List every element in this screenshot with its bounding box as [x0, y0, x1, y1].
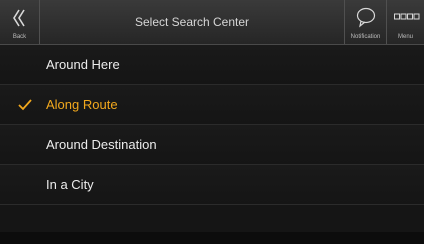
notification-button[interactable]: Notification: [344, 0, 386, 44]
screen: Back Select Search Center Notification M…: [0, 0, 424, 244]
list-item-in-a-city[interactable]: In a City: [0, 165, 424, 205]
list-item-label: Around Destination: [46, 137, 157, 152]
search-center-list: Around Here Along Route Around Destinati…: [0, 45, 424, 205]
list-item-around-here[interactable]: Around Here: [0, 45, 424, 85]
speech-bubble-icon: [356, 7, 376, 28]
menu-button[interactable]: Menu: [386, 0, 424, 44]
header-bar: Back Select Search Center Notification M…: [0, 0, 424, 45]
back-button[interactable]: Back: [0, 0, 40, 44]
menu-label: Menu: [397, 34, 413, 40]
notification-label: Notification: [350, 34, 381, 40]
bottom-strip: [0, 232, 424, 244]
list-item-label: Along Route: [46, 97, 118, 112]
list-item-label: In a City: [46, 177, 94, 192]
list-item-label: Around Here: [46, 57, 120, 72]
double-chevron-left-icon: [13, 9, 25, 27]
checkmark-icon: [18, 99, 32, 111]
page-title: Select Search Center: [134, 15, 250, 29]
grid-icon: [394, 13, 420, 20]
list-item-along-route[interactable]: Along Route: [0, 85, 424, 125]
back-label: Back: [12, 34, 27, 40]
list-item-around-destination[interactable]: Around Destination: [0, 125, 424, 165]
